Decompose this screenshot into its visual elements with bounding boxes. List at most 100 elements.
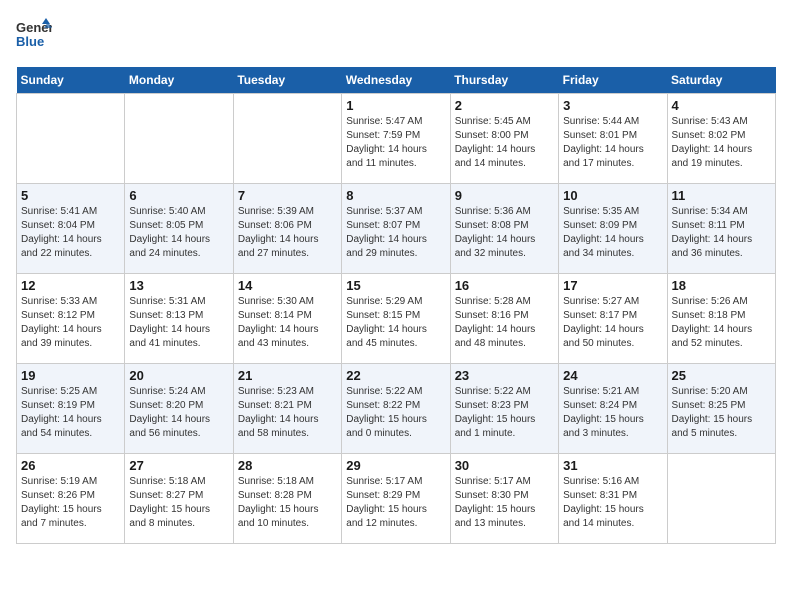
cell-info: Sunrise: 5:30 AMSunset: 8:14 PMDaylight:… <box>238 295 337 351</box>
cell-date-number: 21 <box>238 368 337 383</box>
cell-info: Sunrise: 5:19 AMSunset: 8:26 PMDaylight:… <box>21 475 120 531</box>
cell-info: Sunrise: 5:39 AMSunset: 8:06 PMDaylight:… <box>238 205 337 261</box>
calendar-header-row: SundayMondayTuesdayWednesdayThursdayFrid… <box>17 67 776 94</box>
cell-info: Sunrise: 5:17 AMSunset: 8:30 PMDaylight:… <box>455 475 554 531</box>
calendar-cell <box>233 94 341 184</box>
day-header-monday: Monday <box>125 67 233 94</box>
logo-graphic: General Blue <box>16 16 52 57</box>
cell-date-number: 14 <box>238 278 337 293</box>
calendar-week-4: 19Sunrise: 5:25 AMSunset: 8:19 PMDayligh… <box>17 364 776 454</box>
cell-info: Sunrise: 5:23 AMSunset: 8:21 PMDaylight:… <box>238 385 337 441</box>
day-header-saturday: Saturday <box>667 67 775 94</box>
cell-date-number: 7 <box>238 188 337 203</box>
cell-date-number: 17 <box>563 278 662 293</box>
calendar-cell: 20 Sunrise: 5:24 AMSunset: 8:20 PMDayligh… <box>125 364 233 454</box>
cell-date-number: 27 <box>129 458 228 473</box>
cell-date-number: 8 <box>346 188 445 203</box>
calendar-cell: 11Sunrise: 5:34 AMSunset: 8:11 PMDayligh… <box>667 184 775 274</box>
day-header-tuesday: Tuesday <box>233 67 341 94</box>
cell-date-number: 16 <box>455 278 554 293</box>
cell-date-number: 22 <box>346 368 445 383</box>
cell-date-number: 28 <box>238 458 337 473</box>
calendar-cell: 16 Sunrise: 5:28 AMSunset: 8:16 PMDayligh… <box>450 274 558 364</box>
cell-date-number: 26 <box>21 458 120 473</box>
cell-info: Sunrise: 5:29 AMSunset: 8:15 PMDaylight:… <box>346 295 445 351</box>
cell-date-number: 30 <box>455 458 554 473</box>
cell-info: Sunrise: 5:21 AMSunset: 8:24 PMDaylight:… <box>563 385 662 441</box>
cell-info: Sunrise: 5:35 AMSunset: 8:09 PMDaylight:… <box>563 205 662 261</box>
cell-info: Sunrise: 5:40 AMSunset: 8:05 PMDaylight:… <box>129 205 228 261</box>
cell-info: Sunrise: 5:17 AMSunset: 8:29 PMDaylight:… <box>346 475 445 531</box>
cell-date-number: 10 <box>563 188 662 203</box>
cell-info: Sunrise: 5:36 AMSunset: 8:08 PMDaylight:… <box>455 205 554 261</box>
calendar-week-1: 1 Sunrise: 5:47 AMSunset: 7:59 PMDaylight… <box>17 94 776 184</box>
cell-info: Sunrise: 5:33 AMSunset: 8:12 PMDaylight:… <box>21 295 120 351</box>
cell-date-number: 5 <box>21 188 120 203</box>
calendar-cell: 24 Sunrise: 5:21 AMSunset: 8:24 PMDayligh… <box>559 364 667 454</box>
calendar-cell: 8 Sunrise: 5:37 AMSunset: 8:07 PMDaylight… <box>342 184 450 274</box>
day-header-thursday: Thursday <box>450 67 558 94</box>
cell-date-number: 4 <box>672 98 771 113</box>
cell-date-number: 12 <box>21 278 120 293</box>
calendar-cell: 5 Sunrise: 5:41 AMSunset: 8:04 PMDaylight… <box>17 184 125 274</box>
calendar-cell: 4 Sunrise: 5:43 AMSunset: 8:02 PMDaylight… <box>667 94 775 184</box>
cell-date-number: 31 <box>563 458 662 473</box>
cell-info: Sunrise: 5:22 AMSunset: 8:23 PMDaylight:… <box>455 385 554 441</box>
calendar-week-5: 26 Sunrise: 5:19 AMSunset: 8:26 PMDayligh… <box>17 454 776 544</box>
cell-date-number: 20 <box>129 368 228 383</box>
cell-info: Sunrise: 5:43 AMSunset: 8:02 PMDaylight:… <box>672 115 771 171</box>
cell-date-number: 3 <box>563 98 662 113</box>
cell-date-number: 6 <box>129 188 228 203</box>
cell-info: Sunrise: 5:20 AMSunset: 8:25 PMDaylight:… <box>672 385 771 441</box>
calendar-cell: 28 Sunrise: 5:18 AMSunset: 8:28 PMDayligh… <box>233 454 341 544</box>
cell-info: Sunrise: 5:45 AMSunset: 8:00 PMDaylight:… <box>455 115 554 171</box>
cell-info: Sunrise: 5:37 AMSunset: 8:07 PMDaylight:… <box>346 205 445 261</box>
calendar-week-2: 5 Sunrise: 5:41 AMSunset: 8:04 PMDaylight… <box>17 184 776 274</box>
cell-date-number: 9 <box>455 188 554 203</box>
calendar-cell: 1 Sunrise: 5:47 AMSunset: 7:59 PMDaylight… <box>342 94 450 184</box>
calendar-cell: 23 Sunrise: 5:22 AMSunset: 8:23 PMDayligh… <box>450 364 558 454</box>
cell-date-number: 23 <box>455 368 554 383</box>
calendar-cell <box>17 94 125 184</box>
calendar-week-3: 12 Sunrise: 5:33 AMSunset: 8:12 PMDayligh… <box>17 274 776 364</box>
cell-date-number: 29 <box>346 458 445 473</box>
cell-date-number: 15 <box>346 278 445 293</box>
day-header-wednesday: Wednesday <box>342 67 450 94</box>
calendar-cell: 7 Sunrise: 5:39 AMSunset: 8:06 PMDaylight… <box>233 184 341 274</box>
cell-info: Sunrise: 5:22 AMSunset: 8:22 PMDaylight:… <box>346 385 445 441</box>
calendar-cell: 17 Sunrise: 5:27 AMSunset: 8:17 PMDayligh… <box>559 274 667 364</box>
cell-info: Sunrise: 5:26 AMSunset: 8:18 PMDaylight:… <box>672 295 771 351</box>
cell-date-number: 24 <box>563 368 662 383</box>
calendar-cell: 30 Sunrise: 5:17 AMSunset: 8:30 PMDayligh… <box>450 454 558 544</box>
cell-date-number: 13 <box>129 278 228 293</box>
calendar-cell: 19Sunrise: 5:25 AMSunset: 8:19 PMDayligh… <box>17 364 125 454</box>
calendar-cell: 21 Sunrise: 5:23 AMSunset: 8:21 PMDayligh… <box>233 364 341 454</box>
cell-info: Sunrise: 5:18 AMSunset: 8:27 PMDaylight:… <box>129 475 228 531</box>
cell-info: Sunrise: 5:24 AMSunset: 8:20 PMDaylight:… <box>129 385 228 441</box>
calendar-cell <box>667 454 775 544</box>
calendar-cell: 25Sunrise: 5:20 AMSunset: 8:25 PMDayligh… <box>667 364 775 454</box>
calendar-cell: 2 Sunrise: 5:45 AMSunset: 8:00 PMDaylight… <box>450 94 558 184</box>
cell-info: Sunrise: 5:16 AMSunset: 8:31 PMDaylight:… <box>563 475 662 531</box>
cell-date-number: 2 <box>455 98 554 113</box>
cell-info: Sunrise: 5:27 AMSunset: 8:17 PMDaylight:… <box>563 295 662 351</box>
cell-info: Sunrise: 5:31 AMSunset: 8:13 PMDaylight:… <box>129 295 228 351</box>
calendar-cell: 29 Sunrise: 5:17 AMSunset: 8:29 PMDayligh… <box>342 454 450 544</box>
calendar-cell: 10 Sunrise: 5:35 AMSunset: 8:09 PMDayligh… <box>559 184 667 274</box>
logo: General Blue <box>16 16 52 57</box>
cell-info: Sunrise: 5:41 AMSunset: 8:04 PMDaylight:… <box>21 205 120 261</box>
calendar-cell: 13 Sunrise: 5:31 AMSunset: 8:13 PMDayligh… <box>125 274 233 364</box>
calendar-cell: 12 Sunrise: 5:33 AMSunset: 8:12 PMDayligh… <box>17 274 125 364</box>
calendar-cell: 22 Sunrise: 5:22 AMSunset: 8:22 PMDayligh… <box>342 364 450 454</box>
cell-info: Sunrise: 5:28 AMSunset: 8:16 PMDaylight:… <box>455 295 554 351</box>
cell-info: Sunrise: 5:25 AMSunset: 8:19 PMDaylight:… <box>21 385 120 441</box>
cell-date-number: 1 <box>346 98 445 113</box>
cell-info: Sunrise: 5:18 AMSunset: 8:28 PMDaylight:… <box>238 475 337 531</box>
cell-date-number: 18 <box>672 278 771 293</box>
day-header-sunday: Sunday <box>17 67 125 94</box>
calendar-cell: 18 Sunrise: 5:26 AMSunset: 8:18 PMDayligh… <box>667 274 775 364</box>
cell-info: Sunrise: 5:47 AMSunset: 7:59 PMDaylight:… <box>346 115 445 171</box>
calendar-cell: 3Sunrise: 5:44 AMSunset: 8:01 PMDaylight… <box>559 94 667 184</box>
calendar-table: SundayMondayTuesdayWednesdayThursdayFrid… <box>16 67 776 544</box>
calendar-cell: 27 Sunrise: 5:18 AMSunset: 8:27 PMDayligh… <box>125 454 233 544</box>
